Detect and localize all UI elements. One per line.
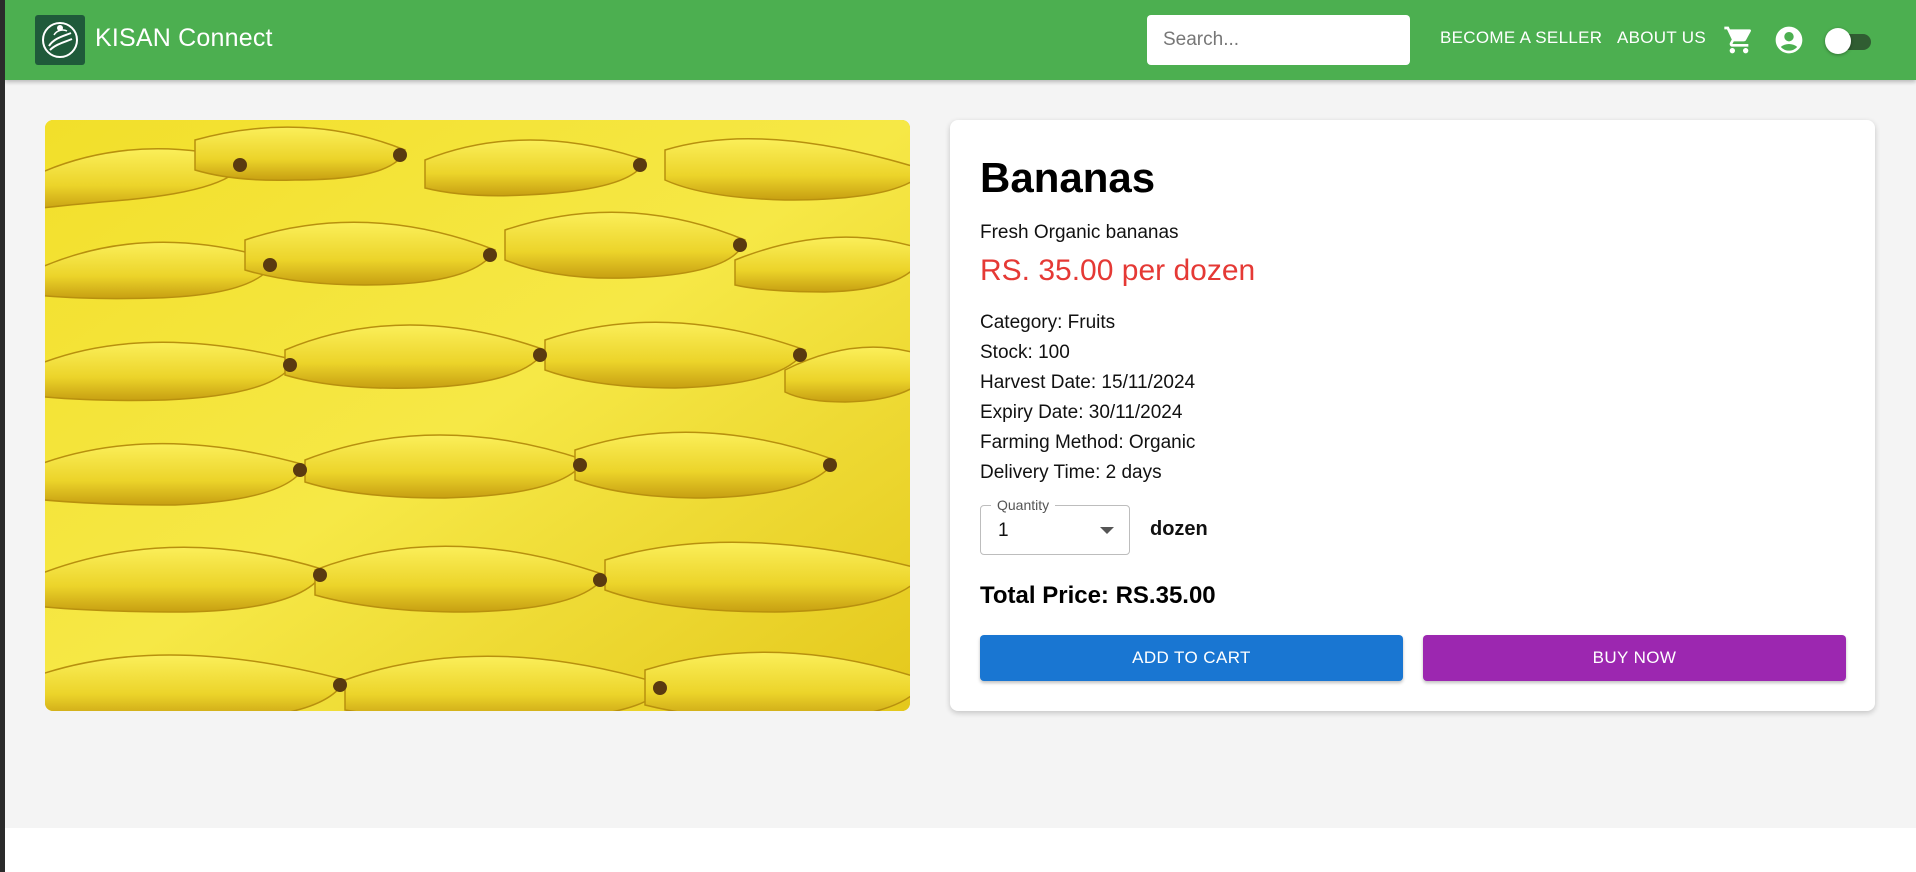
brand-name[interactable]: KISAN Connect xyxy=(95,24,273,53)
bananas-image xyxy=(45,120,910,711)
detail-category: Category: Fruits xyxy=(980,312,1116,333)
search-input[interactable] xyxy=(1147,15,1410,65)
detail-delivery-time: Delivery Time: 2 days xyxy=(980,462,1162,483)
add-to-cart-button[interactable]: ADD TO CART xyxy=(980,635,1403,681)
quantity-unit: dozen xyxy=(1150,518,1208,540)
toggle-thumb xyxy=(1825,28,1851,54)
quantity-value: 1 xyxy=(998,520,1009,541)
cart-button[interactable] xyxy=(1723,24,1755,56)
nav-become-seller[interactable]: BECOME A SELLER xyxy=(1440,28,1602,48)
dropdown-arrow-icon xyxy=(1100,527,1114,534)
product-details-card: Bananas Fresh Organic bananas RS. 35.00 … xyxy=(950,120,1875,711)
account-circle-icon xyxy=(1775,26,1803,54)
product-image xyxy=(45,120,910,711)
buy-now-button[interactable]: BUY NOW xyxy=(1423,635,1846,681)
total-price: Total Price: RS.35.00 xyxy=(980,582,1216,609)
theme-toggle[interactable] xyxy=(1825,28,1873,54)
window-frame: KISAN Connect BECOME A SELLER ABOUT US xyxy=(0,0,1916,872)
product-title: Bananas xyxy=(980,154,1156,201)
detail-farming-method: Farming Method: Organic xyxy=(980,432,1196,453)
detail-harvest-date: Harvest Date: 15/11/2024 xyxy=(980,372,1196,393)
app-bar: KISAN Connect BECOME A SELLER ABOUT US xyxy=(5,0,1916,80)
quantity-select[interactable]: Quantity 1 xyxy=(980,497,1130,555)
page-viewport: KISAN Connect BECOME A SELLER ABOUT US xyxy=(5,0,1916,872)
product-details-list: Category: Fruits Stock: 100 Harvest Date… xyxy=(980,308,1195,488)
product-description: Fresh Organic bananas xyxy=(980,222,1179,243)
brand-logo[interactable] xyxy=(35,15,85,65)
detail-stock: Stock: 100 xyxy=(980,342,1070,363)
quantity-label: Quantity xyxy=(991,497,1056,513)
nav-about-us[interactable]: ABOUT US xyxy=(1617,28,1706,48)
product-page: Bananas Fresh Organic bananas RS. 35.00 … xyxy=(5,80,1916,828)
product-price: RS. 35.00 per dozen xyxy=(980,254,1256,287)
detail-expiry-date: Expiry Date: 30/11/2024 xyxy=(980,402,1183,423)
footer-area xyxy=(5,828,1916,872)
leaf-logo-icon xyxy=(42,22,78,58)
account-button[interactable] xyxy=(1773,24,1805,56)
cart-icon xyxy=(1724,26,1752,54)
